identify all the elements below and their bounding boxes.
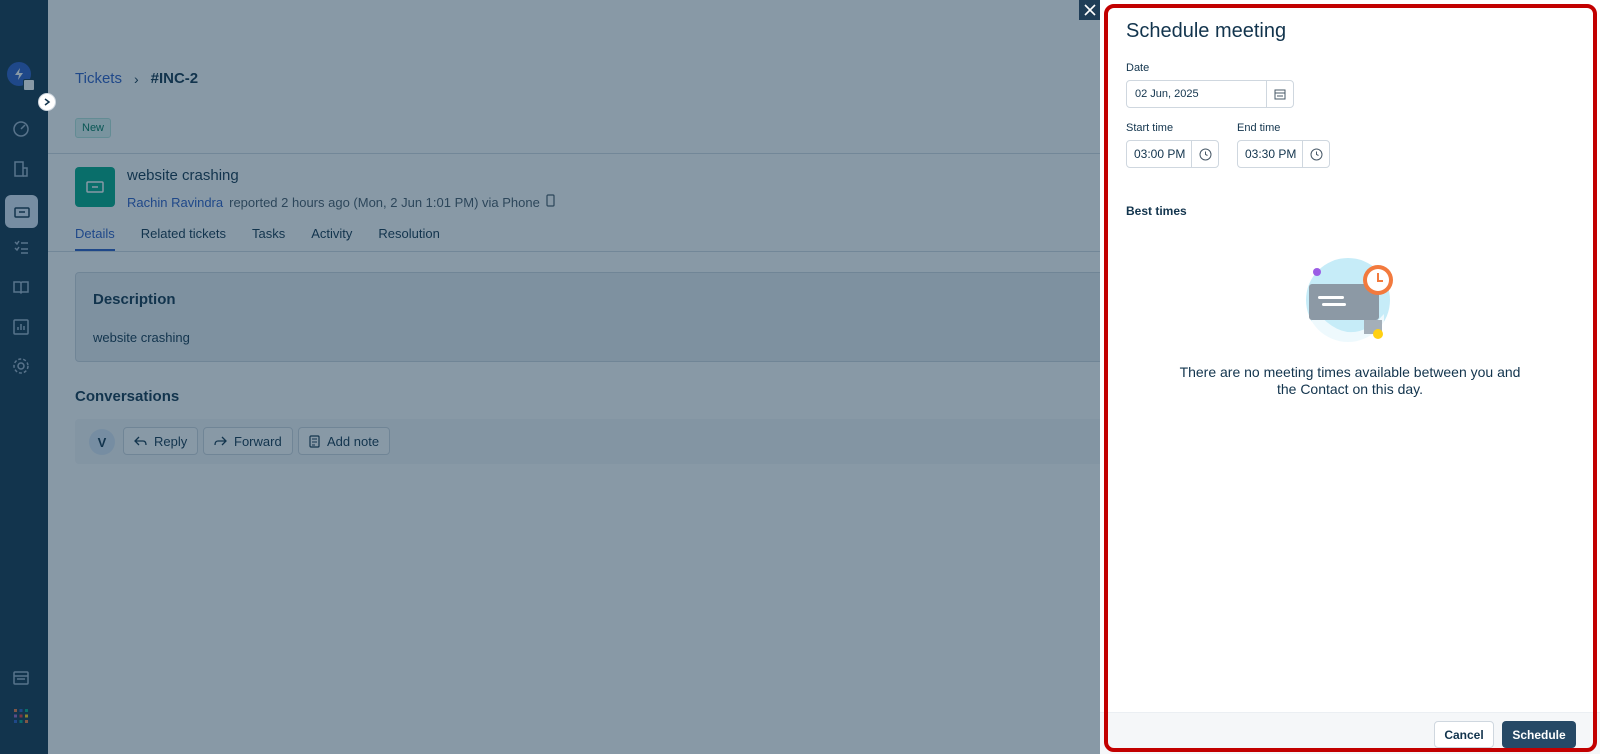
date-value: 02 Jun, 2025 xyxy=(1135,88,1199,100)
start-time-label: Start time xyxy=(1126,122,1174,134)
date-label: Date xyxy=(1126,62,1150,74)
panel-title: Schedule meeting xyxy=(1126,20,1287,42)
date-field[interactable]: 02 Jun, 2025 xyxy=(1126,80,1294,108)
clock-icon[interactable] xyxy=(1191,141,1218,167)
calendar-icon[interactable] xyxy=(1266,81,1293,107)
sidebar-expand-icon[interactable] xyxy=(38,93,56,111)
panel-footer: Cancel Schedule xyxy=(1100,712,1600,754)
end-time-value: 03:30 PM xyxy=(1245,147,1297,161)
schedule-meeting-panel: Schedule meeting Date 02 Jun, 2025 Start… xyxy=(1100,0,1600,754)
end-time-label: End time xyxy=(1237,122,1281,134)
start-time-value: 03:00 PM xyxy=(1134,147,1186,161)
schedule-button[interactable]: Schedule xyxy=(1502,721,1576,748)
start-time-field[interactable]: 03:00 PM xyxy=(1126,140,1219,168)
no-times-message: There are no meeting times available bet… xyxy=(1179,364,1521,397)
no-times-illustration-icon xyxy=(1306,258,1393,342)
close-icon[interactable] xyxy=(1079,0,1100,20)
end-time-field[interactable]: 03:30 PM xyxy=(1237,140,1330,168)
clock-icon[interactable] xyxy=(1302,141,1329,167)
best-times-label: Best times xyxy=(1126,204,1187,218)
cancel-button[interactable]: Cancel xyxy=(1434,721,1494,748)
